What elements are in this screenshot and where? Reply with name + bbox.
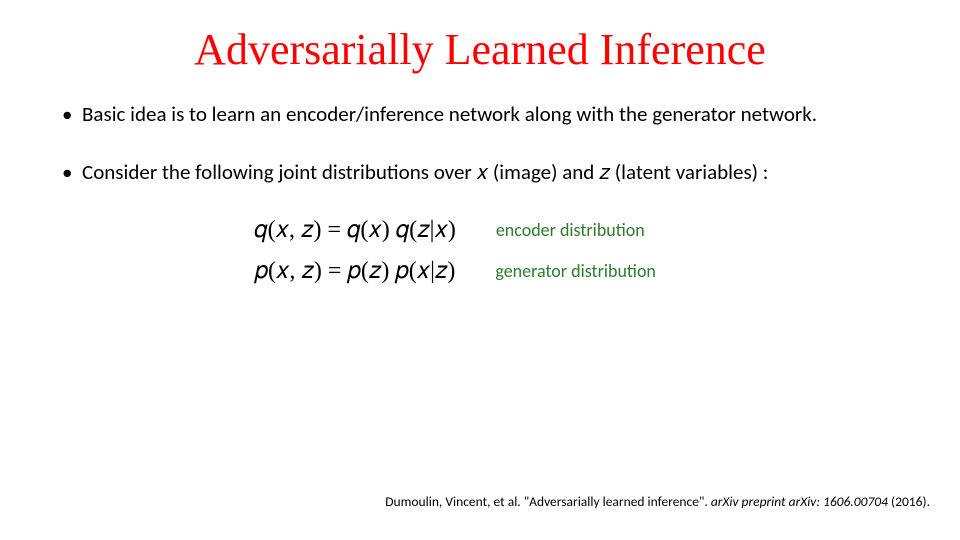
annotation-encoder: encoder distribution (496, 219, 706, 241)
equation-generator: 𝑝(𝑥, 𝑧) = 𝑝(𝑧) 𝑝(𝑥|𝑧) (255, 258, 456, 285)
annotation-generator: generator distribution (495, 260, 705, 282)
equation-encoder: 𝑞(𝑥, 𝑧) = 𝑞(𝑥) 𝑞(𝑧|𝑥) (254, 217, 456, 244)
slide: Adversarially Learned Inference Basic id… (0, 0, 960, 540)
citation: Dumoulin, Vincent, et al. "Adversarially… (0, 493, 930, 510)
equation-block: 𝑞(𝑥, 𝑧) = 𝑞(𝑥) 𝑞(𝑧|𝑥) encoder distributi… (60, 217, 900, 285)
citation-prefix: Dumoulin, Vincent, et al. "Adversarially… (385, 493, 711, 510)
citation-suffix: (2016). (891, 493, 930, 510)
equation-row: 𝑝(𝑥, 𝑧) = 𝑝(𝑧) 𝑝(𝑥|𝑧) generator distribu… (60, 258, 900, 285)
equation-row: 𝑞(𝑥, 𝑧) = 𝑞(𝑥) 𝑞(𝑧|𝑥) encoder distributi… (60, 217, 900, 244)
citation-italic: arXiv preprint arXiv: 1606.00704 (711, 493, 891, 510)
bullet-list: Basic idea is to learn an encoder/infere… (60, 100, 900, 187)
bullet-item: Basic idea is to learn an encoder/infere… (60, 100, 900, 128)
bullet-item: Consider the following joint distributio… (60, 158, 900, 186)
slide-title: Adversarially Learned Inference (60, 28, 900, 72)
